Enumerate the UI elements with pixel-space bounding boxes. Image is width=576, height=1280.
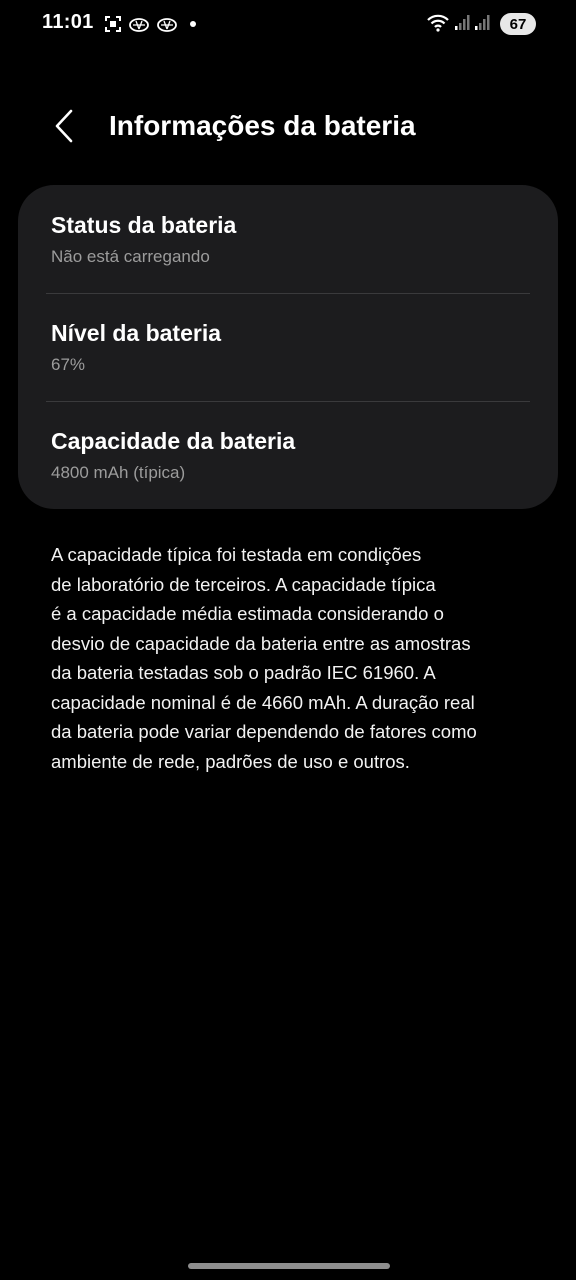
back-button[interactable]	[44, 108, 84, 148]
description-line: desvio de capacidade da bateria entre as…	[51, 632, 471, 654]
battery-level-row: Nível da bateria 67%	[51, 293, 530, 401]
signal-icon	[454, 13, 470, 36]
wifi-icon	[426, 12, 450, 37]
notification-app-icon	[156, 16, 178, 32]
screenshot-icon	[104, 15, 122, 33]
row-label: Capacidade da bateria	[51, 428, 296, 454]
battery-status-row: Status da bateria Não está carregando	[51, 185, 530, 293]
dot-icon	[190, 21, 196, 27]
row-label: Status da bateria	[51, 212, 237, 238]
battery-capacity-row: Capacidade da bateria 4800 mAh (típica)	[51, 401, 530, 509]
description-line: capacidade nominal é de 4660 mAh. A dura…	[51, 691, 475, 713]
page-title: Informações da bateria	[109, 110, 416, 141]
status-left-icons	[104, 14, 196, 34]
description-line: de laboratório de terceiros. A capacidad…	[51, 573, 436, 595]
description-line: é a capacidade média estimada consideran…	[51, 603, 444, 624]
capacity-description: A capacidade típica foi testada em condi…	[51, 540, 531, 776]
status-bar: 11:01 67	[0, 0, 576, 50]
battery-indicator: 67	[500, 13, 536, 35]
app-header: Informações da bateria	[0, 92, 576, 164]
signal-icon	[474, 13, 490, 36]
description-line: A capacidade típica foi testada em condi…	[51, 544, 422, 565]
home-gesture-handle[interactable]	[188, 1263, 390, 1269]
row-value: 67%	[51, 355, 86, 374]
description-line: ambiente de rede, padrões de uso e outro…	[51, 750, 410, 772]
row-value: 4800 mAh (típica)	[51, 463, 186, 482]
description-line: da bateria testadas sob o padrão IEC 619…	[51, 662, 436, 683]
battery-info-card: Status da bateria Não está carregando Ní…	[18, 185, 558, 509]
row-value: Não está carregando	[51, 247, 210, 266]
description-line: da bateria pode variar dependendo de fat…	[51, 721, 477, 742]
notification-app-icon	[128, 16, 150, 32]
row-label: Nível da bateria	[51, 320, 222, 346]
status-time: 11:01	[42, 11, 94, 33]
status-right-icons: 67	[426, 12, 536, 36]
chevron-left-icon	[53, 108, 75, 149]
